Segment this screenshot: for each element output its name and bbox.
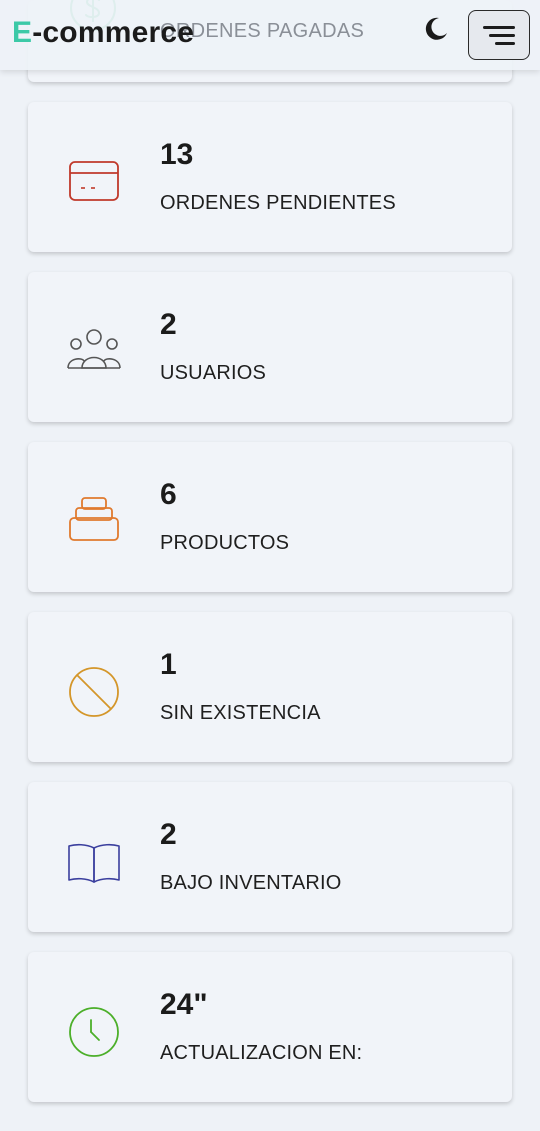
stat-label: PRODUCTOS <box>160 532 290 554</box>
ban-icon <box>69 667 119 717</box>
users-icon <box>67 329 121 369</box>
book-icon <box>68 843 120 883</box>
stat-card-actualizacion[interactable]: 24" ACTUALIZACION EN: <box>28 952 512 1102</box>
brand-logo[interactable]: E-commerce <box>12 16 194 50</box>
stat-value: 24" <box>160 988 208 1021</box>
stat-label: ORDENES PENDIENTES <box>160 192 396 214</box>
stat-label: SIN EXISTENCIA <box>160 702 321 724</box>
stat-card-bajo-inventario[interactable]: 2 BAJO INVENTARIO <box>28 782 512 932</box>
stat-value: 1 <box>160 648 177 681</box>
stat-value: 13 <box>160 138 194 171</box>
box-stack-icon <box>69 497 119 541</box>
credit-card-icon <box>69 161 119 201</box>
stat-card-usuarios[interactable]: 2 USUARIOS <box>28 272 512 422</box>
stat-label: ACTUALIZACION EN: <box>160 1042 363 1064</box>
moon-icon[interactable] <box>420 14 450 44</box>
hamburger-menu-icon <box>483 26 515 29</box>
clock-icon <box>69 1007 119 1057</box>
stat-value: 6 <box>160 478 177 511</box>
stat-value: 2 <box>160 818 177 851</box>
stat-label: USUARIOS <box>160 362 267 384</box>
menu-toggle-button[interactable] <box>468 10 530 60</box>
stat-card-productos[interactable]: 6 PRODUCTOS <box>28 442 512 592</box>
stat-card-sin-existencia[interactable]: 1 SIN EXISTENCIA <box>28 612 512 762</box>
stat-card-ordenes-pendientes[interactable]: 13 ORDENES PENDIENTES <box>28 102 512 252</box>
stat-label: BAJO INVENTARIO <box>160 872 342 894</box>
stat-value: 2 <box>160 308 177 341</box>
